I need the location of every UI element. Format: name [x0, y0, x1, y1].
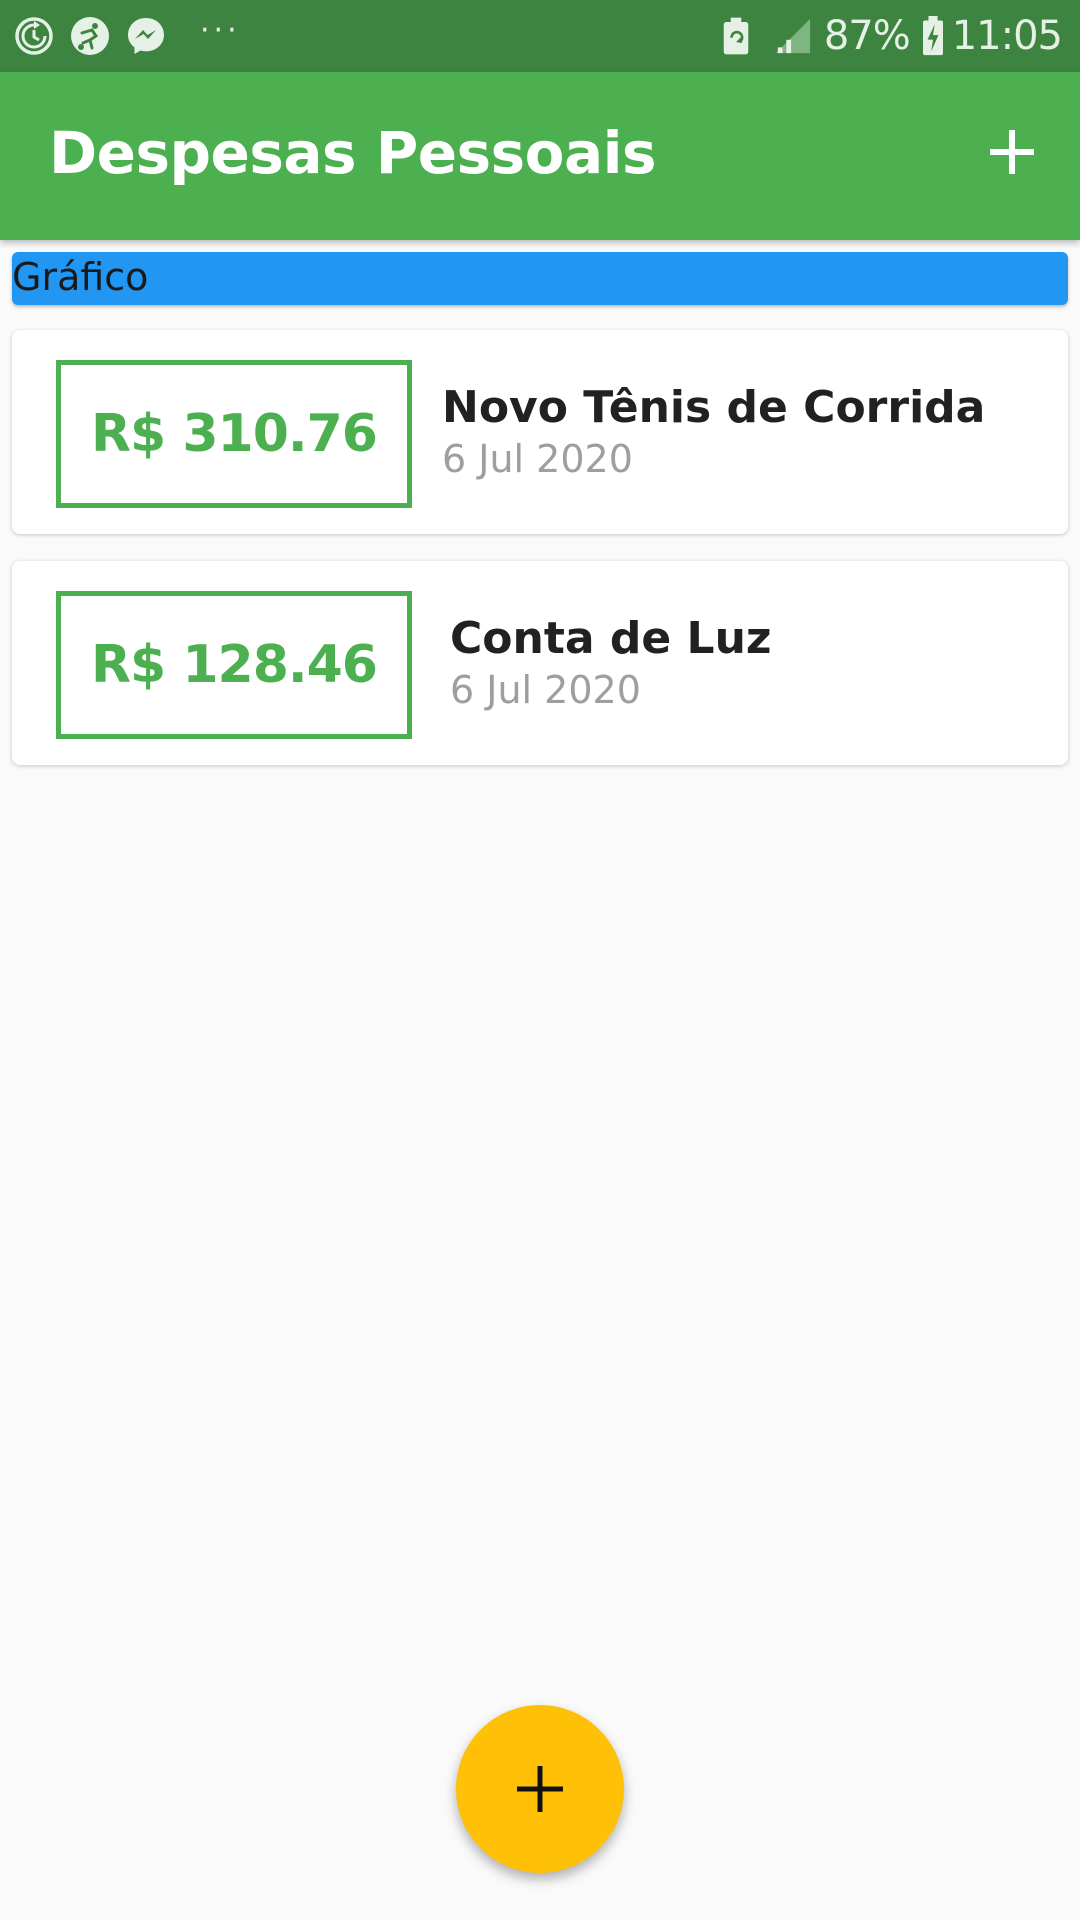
clock: 11:05: [951, 13, 1063, 59]
chart-label: Gráfico: [12, 255, 149, 299]
add-icon: [990, 130, 1034, 174]
soccer-app-icon: [71, 17, 109, 55]
add-transaction-button[interactable]: [974, 114, 1050, 190]
battery-saver-icon: [723, 17, 749, 55]
app-bar: Despesas Pessoais: [0, 72, 1080, 240]
transaction-info: Novo Tênis de Corrida 6 Jul 2020: [442, 382, 985, 482]
battery-charging-icon: [922, 16, 943, 56]
add-icon: [517, 1766, 563, 1812]
battery-percent: 87%: [823, 13, 911, 59]
transaction-amount: R$ 310.76: [91, 404, 378, 464]
transaction-amount-box: R$ 310.76: [56, 360, 412, 508]
status-bar: ··· 87% 11:05: [0, 0, 1080, 72]
page-title: Despesas Pessoais: [49, 119, 657, 187]
sync-icon: [15, 17, 53, 55]
transaction-title: Conta de Luz: [450, 613, 772, 664]
messenger-icon: [128, 18, 164, 54]
chart-card: Gráfico: [12, 252, 1068, 305]
signal-icon: [775, 18, 810, 54]
transaction-title: Novo Tênis de Corrida: [442, 382, 986, 433]
transaction-amount-box: R$ 128.46: [56, 591, 412, 739]
transaction-date: 6 Jul 2020: [442, 436, 633, 481]
transaction-amount: R$ 128.46: [91, 635, 378, 695]
more-notifications-indicator: ···: [200, 13, 241, 48]
status-left-icons: ···: [14, 15, 241, 57]
fab-add-button[interactable]: [456, 1705, 624, 1873]
status-right-icons: 87% 11:05: [722, 12, 1063, 60]
transaction-date: 6 Jul 2020: [450, 667, 641, 712]
transaction-info: Conta de Luz 6 Jul 2020: [450, 613, 772, 713]
transaction-card: R$ 310.76 Novo Tênis de Corrida 6 Jul 20…: [12, 330, 1068, 534]
transaction-card: R$ 128.46 Conta de Luz 6 Jul 2020: [12, 561, 1068, 765]
